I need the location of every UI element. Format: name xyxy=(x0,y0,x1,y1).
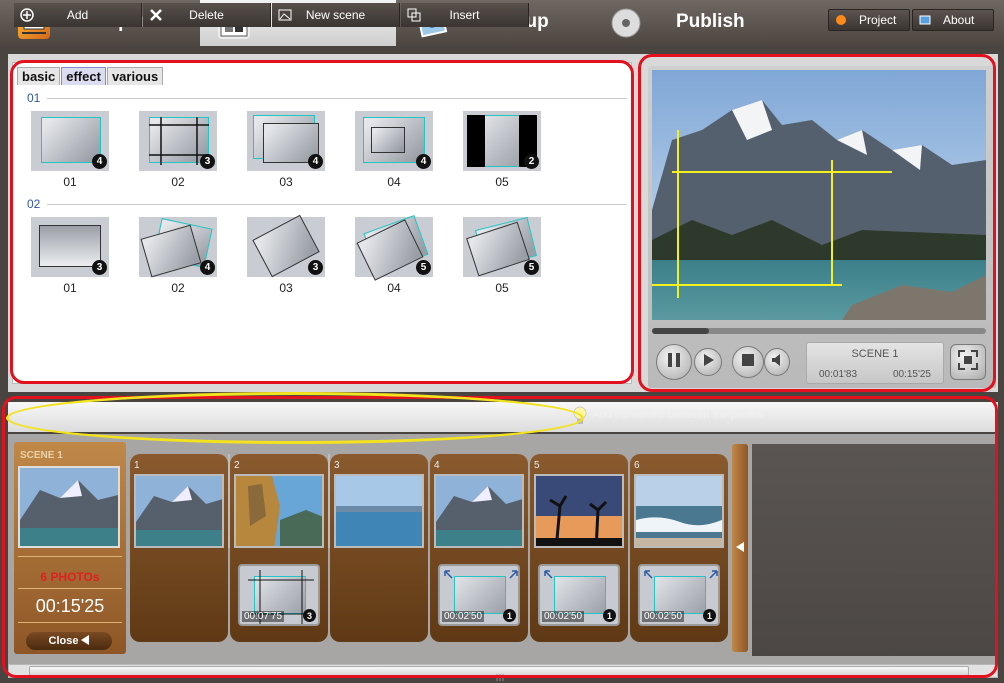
project-button[interactable]: Project xyxy=(828,9,910,31)
project-star-icon xyxy=(835,14,847,26)
delete-button[interactable]: Delete xyxy=(143,3,271,27)
disc-icon xyxy=(610,7,642,39)
new-scene-button[interactable]: New scene xyxy=(272,3,400,27)
delete-icon xyxy=(149,8,163,22)
insert-button[interactable]: Insert xyxy=(401,3,529,27)
about-info-icon xyxy=(919,14,931,26)
highlight-toolbar xyxy=(6,392,584,444)
about-button[interactable]: About xyxy=(912,9,994,31)
new-scene-icon xyxy=(278,8,292,22)
add-icon xyxy=(20,8,34,22)
highlight-preview xyxy=(638,54,996,392)
tab-publish[interactable]: Publish xyxy=(590,0,786,46)
highlight-effects-panel xyxy=(10,60,634,384)
insert-icon xyxy=(407,8,421,22)
about-button-label: About xyxy=(943,13,975,27)
project-button-label: Project xyxy=(859,13,897,27)
add-button[interactable]: Add xyxy=(14,3,142,27)
tab-publish-label: Publish xyxy=(676,11,745,32)
